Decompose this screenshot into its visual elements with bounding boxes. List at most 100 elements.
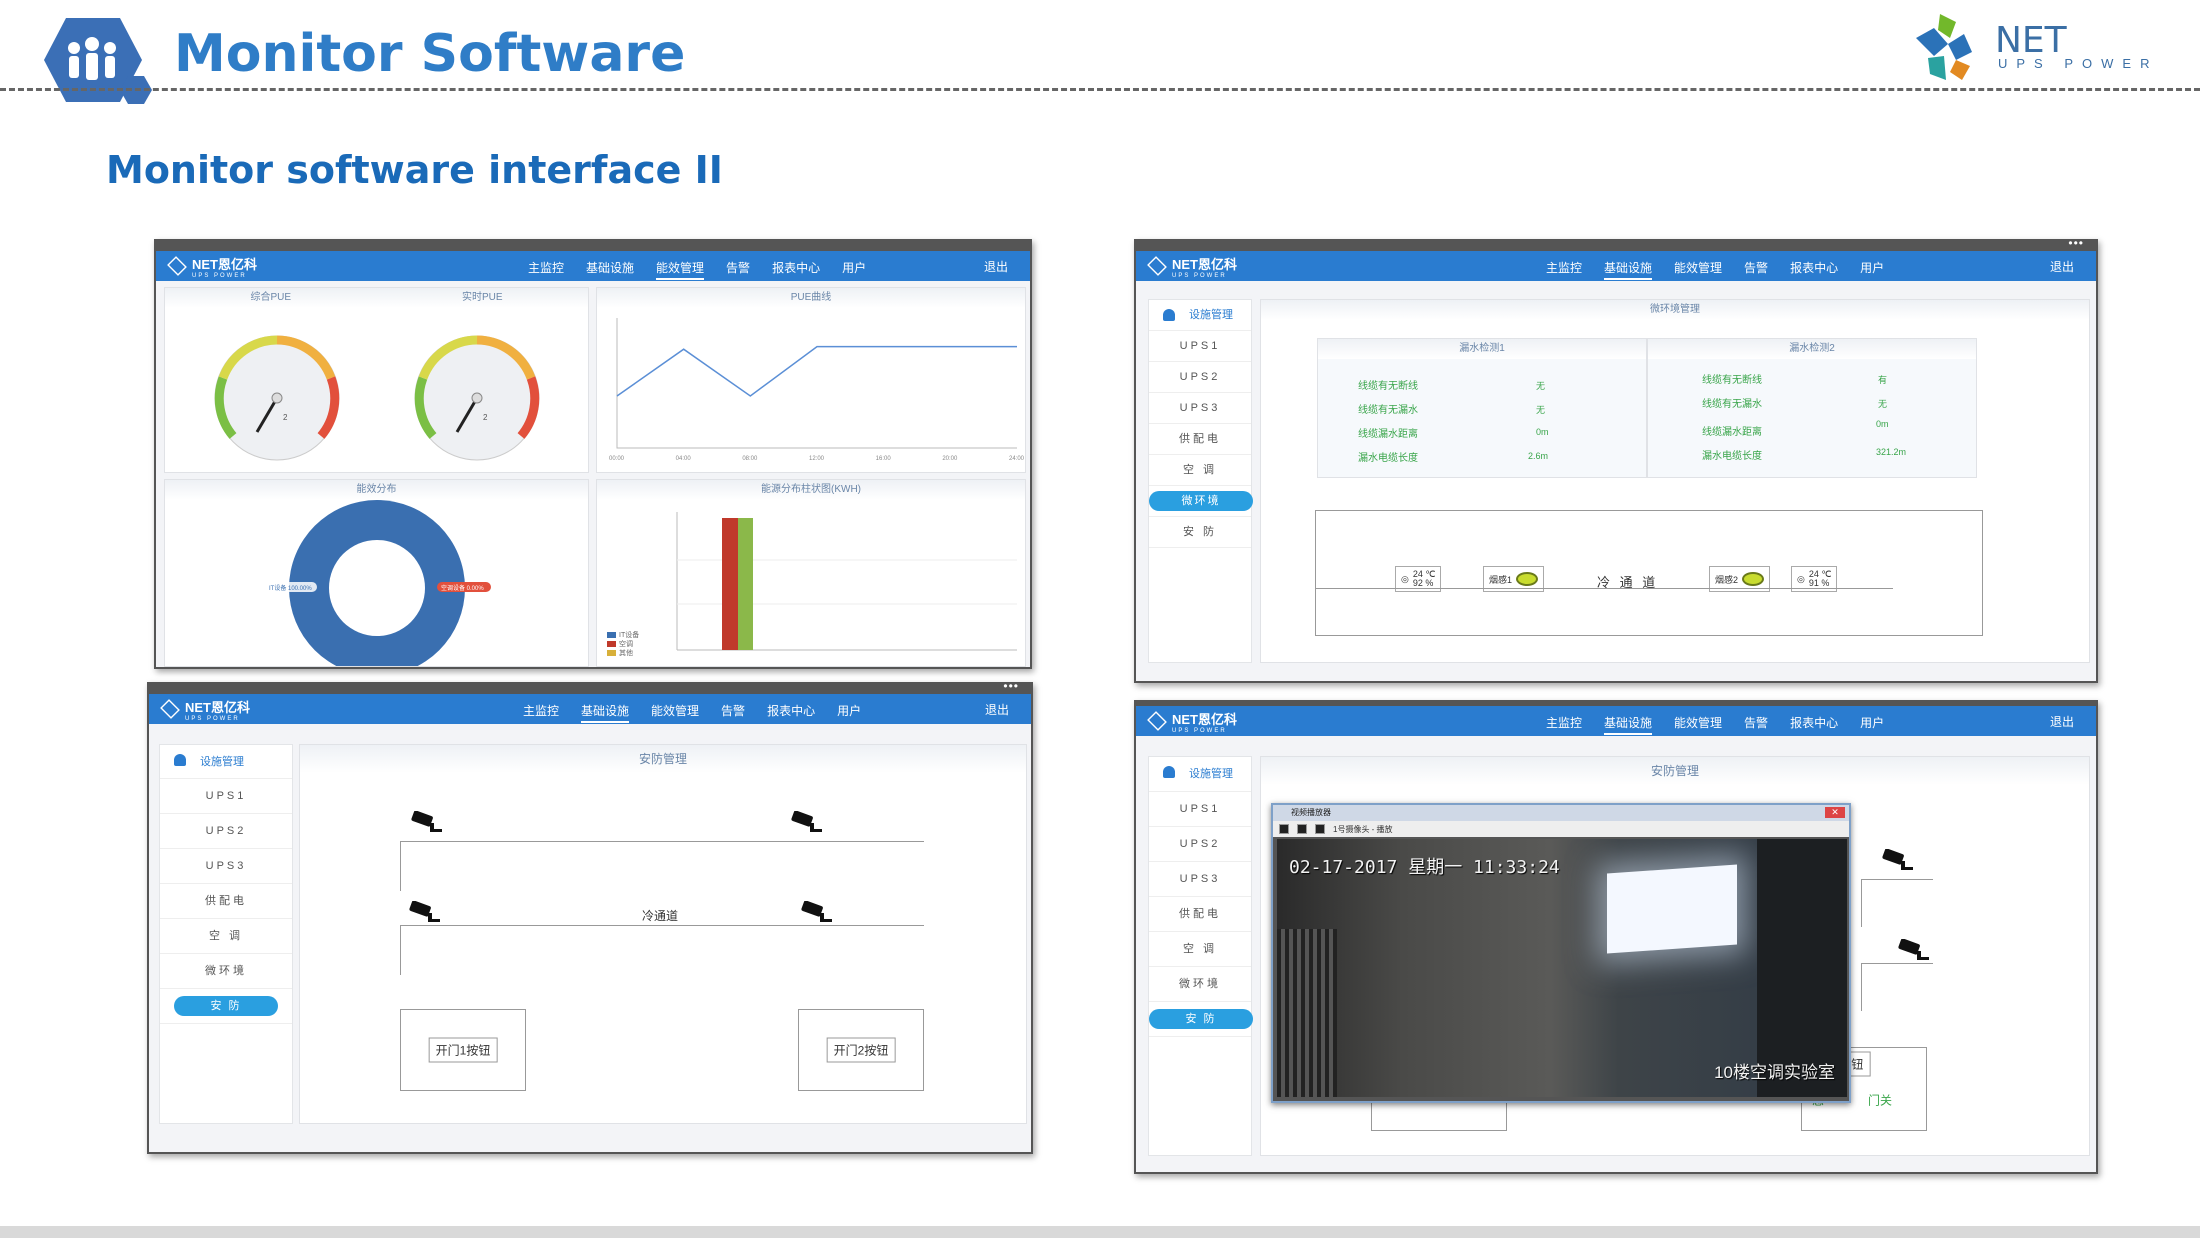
video-player-window: 视频播放器 ✕ 1号摄像头 - 播放 02-17-2017 星期一 11:33:2… — [1271, 803, 1851, 1103]
nav-items: 主监控 基础设施 能效管理 告警 报表中心 用户 — [523, 702, 861, 723]
sidebar-item-security[interactable]: 安 防 — [160, 989, 292, 1024]
donut-label-ac: 空调设备 0.00% — [441, 584, 484, 592]
logout-link[interactable]: 退出 — [2050, 713, 2074, 730]
close-icon[interactable]: ✕ — [1825, 807, 1845, 818]
nav-user[interactable]: 用户 — [1860, 259, 1884, 280]
nav-energy[interactable]: 能效管理 — [1674, 259, 1722, 280]
nav-infrastructure[interactable]: 基础设施 — [1604, 714, 1653, 735]
rack-row-top — [400, 841, 924, 891]
gauge-value: 2 — [283, 413, 288, 422]
sidebar-item-ups2[interactable]: UPS2 — [1149, 362, 1251, 393]
pue-line-chart: 00:00 04:00 08:00 12:00 16:00 20:00 24:00 — [609, 318, 1025, 462]
sidebar-item-power[interactable]: 供配电 — [1149, 897, 1251, 932]
video-titlebar: 视频播放器 ✕ — [1273, 805, 1849, 821]
nav-energy[interactable]: 能效管理 — [656, 259, 705, 280]
leak1-value: 无 — [1536, 381, 1546, 391]
sidebar-item-ups1[interactable]: UPS1 — [1149, 792, 1251, 827]
nav-alarm[interactable]: 告警 — [1744, 259, 1768, 280]
stop-icon[interactable] — [1297, 824, 1307, 834]
nav-reports[interactable]: 报表中心 — [1790, 259, 1838, 280]
camera-icon — [791, 811, 822, 832]
gauge-title-overall: 综合PUE — [250, 292, 292, 303]
nav-items: 主监控 基础设施 能效管理 告警 报表中心 用户 — [1546, 259, 1884, 280]
sidebar-item-power[interactable]: 供配电 — [1149, 424, 1251, 455]
panel-title: 安防管理 — [1261, 757, 2089, 785]
camera-icon — [1882, 849, 1913, 870]
screenshot-security-video: NET恩亿科 UPS POWER 主监控 基础设施 能效管理 告警 报表中心 用户… — [1134, 700, 2098, 1174]
security-panel: 安防管理 门2按钮 态 门关 视频播放器✕ 1号摄像头 - 播放 — [1260, 756, 2090, 1156]
logout-link[interactable]: 退出 — [2050, 258, 2074, 275]
nav-main-monitor[interactable]: 主监控 — [523, 702, 559, 723]
window-menu-dots[interactable]: ••• — [2068, 241, 2084, 250]
camera-icon — [801, 901, 832, 922]
footer-bar — [0, 1226, 2200, 1238]
logout-link[interactable]: 退出 — [984, 258, 1008, 275]
door-2-panel: 开门2按钮 — [798, 1009, 924, 1091]
nav-alarm[interactable]: 告警 — [721, 702, 745, 723]
open-door-2-button[interactable]: 开门2按钮 — [826, 1037, 896, 1063]
facility-sidebar: 设施管理 UPS1 UPS2 UPS3 供配电 空 调 微环境 安 防 — [159, 744, 293, 1124]
page-title: Monitor Software — [174, 24, 686, 84]
logout-link[interactable]: 退出 — [985, 701, 1009, 718]
sidebar-item-ups1[interactable]: UPS1 — [1149, 331, 1251, 362]
smoke-indicator — [1742, 572, 1765, 586]
leak2-label: 线缆漏水距离 — [1702, 427, 1762, 438]
leak1-value: 0m — [1536, 427, 1549, 437]
video-toolbar: 1号摄像头 - 播放 — [1273, 821, 1849, 837]
sidebar-item-ups3[interactable]: UPS3 — [1149, 862, 1251, 897]
nav-reports[interactable]: 报表中心 — [772, 259, 820, 280]
window-menu-dots[interactable]: ••• — [1003, 684, 1019, 693]
nav-user[interactable]: 用户 — [842, 259, 866, 280]
record-icon[interactable] — [1315, 824, 1325, 834]
sidebar-item-security[interactable]: 安 防 — [1149, 517, 1251, 548]
sidebar-item-ups3[interactable]: UPS3 — [1149, 393, 1251, 424]
leak2-label: 线缆有无断线 — [1702, 375, 1762, 386]
sidebar-item-environment[interactable]: 微环境 — [1149, 967, 1251, 1002]
energy-bar-panel: 能源分布柱状图(KWH) IT设备 空调 其他 — [596, 479, 1026, 667]
nav-main-monitor[interactable]: 主监控 — [528, 259, 564, 280]
open-door-1-button[interactable]: 开门1按钮 — [428, 1037, 498, 1063]
sidebar-item-ups3[interactable]: UPS3 — [160, 849, 292, 884]
nav-user[interactable]: 用户 — [837, 702, 861, 723]
pue-x-tick: 20:00 — [942, 456, 958, 462]
sidebar-item-ups2[interactable]: UPS2 — [1149, 827, 1251, 862]
leak1-label: 线缆有无漏水 — [1358, 405, 1418, 416]
nav-energy[interactable]: 能效管理 — [1674, 714, 1722, 735]
nav-infrastructure[interactable]: 基础设施 — [1604, 259, 1653, 280]
bar-legend: IT设备 空调 其他 — [607, 630, 639, 657]
sidebar-item-ac[interactable]: 空 调 — [1149, 932, 1251, 967]
app-navbar: NET恩亿科 UPS POWER 主监控 基础设施 能效管理 告警 报表中心 用户… — [1136, 706, 2096, 736]
leak1-label: 线缆漏水距离 — [1358, 429, 1418, 440]
nav-main-monitor[interactable]: 主监控 — [1546, 259, 1582, 280]
door-1-panel: 开门1按钮 — [400, 1009, 526, 1091]
facility-sidebar: 设施管理 UPS1 UPS2 UPS3 供配电 空 调 微环境 安 防 — [1148, 756, 1253, 1156]
nav-alarm[interactable]: 告警 — [1744, 714, 1768, 735]
sidebar-item-ac[interactable]: 空 调 — [1149, 455, 1251, 486]
sidebar-item-ac[interactable]: 空 调 — [160, 919, 292, 954]
micro-env-panel: 微环境管理 漏水检测1 线缆有无断线无 线缆有无漏水无 线缆漏水距离 0m 漏水电… — [1260, 299, 2090, 663]
bar-title: 能源分布柱状图(KWH) — [597, 480, 1025, 500]
leak2-value: 321.2m — [1876, 447, 1907, 457]
nav-user[interactable]: 用户 — [1860, 714, 1884, 735]
ceiling-light — [1607, 864, 1737, 954]
sidebar-item-environment[interactable]: 微环境 — [1149, 486, 1253, 517]
snapshot-icon[interactable] — [1279, 824, 1289, 834]
sidebar-item-ups2[interactable]: UPS2 — [160, 814, 292, 849]
sidebar-item-ups1[interactable]: UPS1 — [160, 779, 292, 814]
sidebar-item-security[interactable]: 安 防 — [1149, 1002, 1253, 1037]
nav-infrastructure[interactable]: 基础设施 — [586, 259, 634, 280]
bar-ac — [738, 518, 753, 650]
sidebar-item-power[interactable]: 供配电 — [160, 884, 292, 919]
nav-reports[interactable]: 报表中心 — [767, 702, 815, 723]
nav-energy[interactable]: 能效管理 — [651, 702, 699, 723]
sidebar-item-environment[interactable]: 微环境 — [160, 954, 292, 989]
nav-alarm[interactable]: 告警 — [726, 259, 750, 280]
sidebar-head: 设施管理 — [160, 745, 292, 779]
nav-infrastructure[interactable]: 基础设施 — [581, 702, 630, 723]
leak2-value: 无 — [1878, 399, 1888, 409]
nav-main-monitor[interactable]: 主监控 — [1546, 714, 1582, 735]
app-navbar: NET恩亿科 UPS POWER 主监控 基础设施 能效管理 告警 报表中心 用户… — [156, 251, 1030, 281]
video-tab[interactable]: 1号摄像头 - 播放 — [1333, 824, 1393, 835]
nav-reports[interactable]: 报表中心 — [1790, 714, 1838, 735]
leak1-label: 线缆有无断线 — [1358, 381, 1418, 392]
